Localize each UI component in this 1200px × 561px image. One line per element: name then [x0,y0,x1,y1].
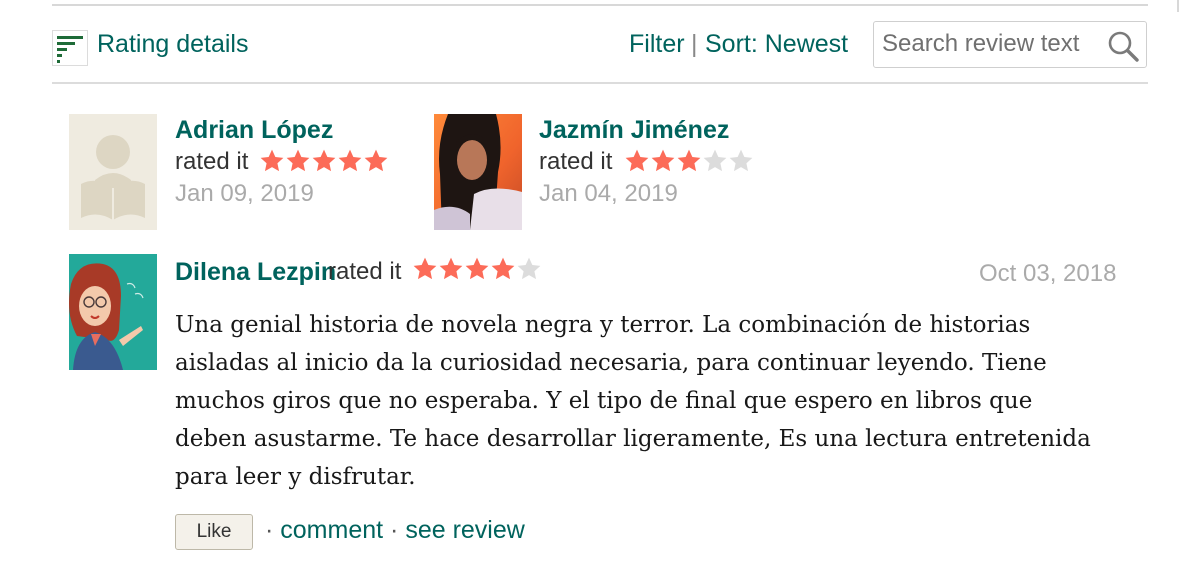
star-icon [286,149,310,172]
toolbar-divider [52,82,1148,84]
user-photo [434,114,522,230]
star-icon [703,149,727,172]
sort-link[interactable]: Sort: Newest [705,30,848,59]
star-icon [651,149,675,172]
reviews-toolbar: Rating details Filter | Sort: Newest [52,20,1148,70]
comment-link[interactable]: comment [280,516,383,544]
review-date[interactable]: Jan 04, 2019 [539,180,678,208]
review-date[interactable]: Oct 03, 2018 [979,260,1116,288]
filter-link[interactable]: Filter [629,30,685,59]
top-divider [52,4,1148,6]
rated-it-label: rated it [539,148,613,175]
search-input[interactable] [874,22,1107,66]
action-separator: · [390,516,399,544]
star-icon [491,257,515,280]
reviewer-name[interactable]: Jazmín Jiménez [539,116,729,145]
user-photo [69,254,157,370]
star-icon [729,149,753,172]
scroll-edge [1177,0,1179,12]
star-icon [312,149,336,172]
star-icon [465,257,489,280]
rated-it-label: rated it [328,258,402,285]
toolbar-separator: | [691,30,698,58]
star-rating [412,256,542,282]
like-button[interactable]: Like [175,514,253,550]
reviewer-name[interactable]: Dilena Lezpin [175,258,336,287]
review-body: Una genial historia de novela negra y te… [175,312,1091,490]
reviewer-name[interactable]: Adrian López [175,116,333,145]
avatar-jazmin-jimenez[interactable] [434,114,522,230]
rating-details-link[interactable]: Rating details [97,30,248,59]
rating-details-icon[interactable] [52,30,88,66]
action-separator: · [265,516,274,544]
star-icon [625,149,649,172]
star-icon [338,149,362,172]
star-icon [439,257,463,280]
default-reader-avatar-icon [69,114,157,230]
star-icon [413,257,437,280]
avatar-dilena-lezpin[interactable] [69,254,157,370]
rated-it-label: rated it [175,148,249,175]
review-actions: · comment · see review [265,516,525,545]
avatar-adrian-lopez[interactable] [69,114,157,230]
see-review-link[interactable]: see review [405,516,525,544]
star-icon [260,149,284,172]
review-date[interactable]: Jan 09, 2019 [175,180,314,208]
star-icon [677,149,701,172]
star-icon [517,257,541,280]
star-rating [259,148,389,174]
star-icon [364,149,388,172]
star-rating [624,148,754,174]
search-icon[interactable] [1107,30,1139,62]
search-box [873,21,1147,68]
